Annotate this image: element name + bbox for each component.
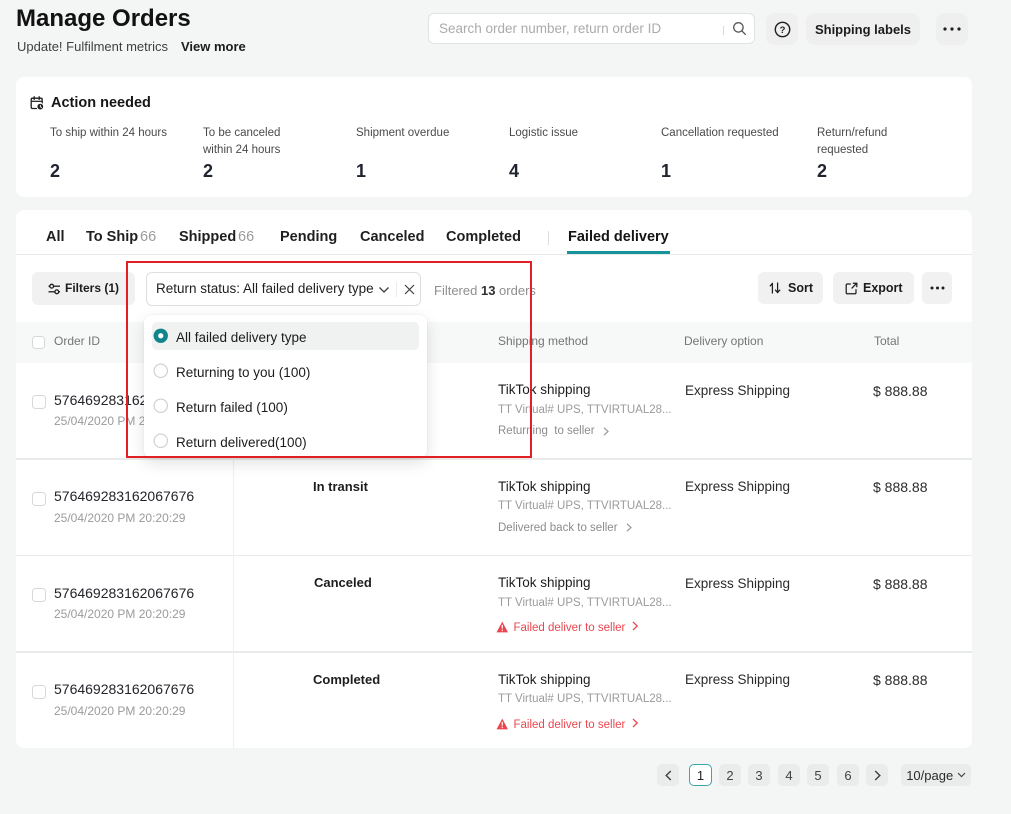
svg-text:?: ? bbox=[779, 25, 785, 36]
